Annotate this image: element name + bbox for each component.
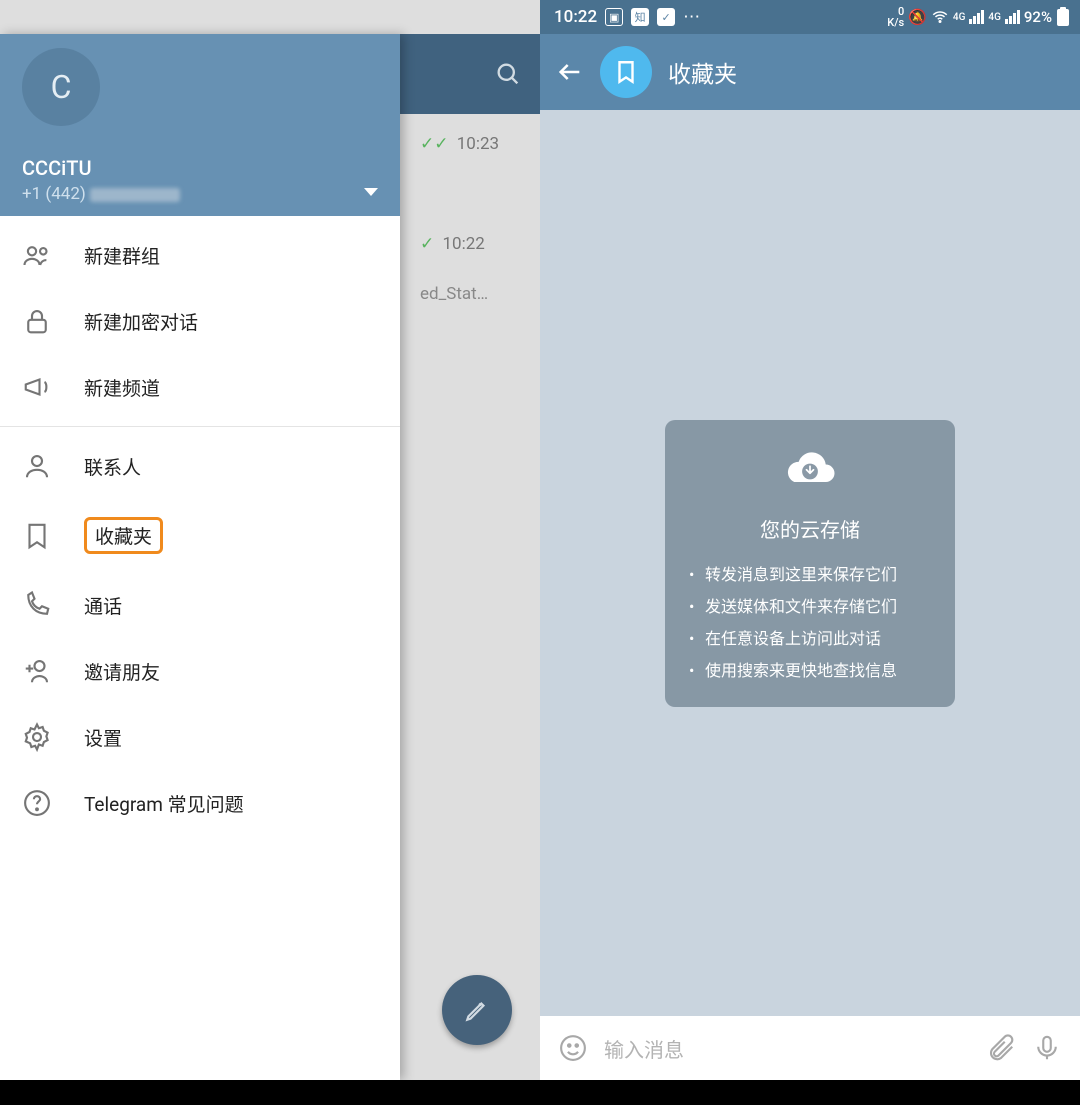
battery-percent: 92% <box>1024 8 1052 26</box>
menu-label: 邀请朋友 <box>84 658 160 685</box>
chat-preview-2[interactable]: ✓ 10:22 ed_Stat… <box>420 234 520 304</box>
cloud-bullet: 转发消息到这里来保存它们 <box>689 559 931 591</box>
drawer-header[interactable]: C CCCiTU +1 (442) <box>0 34 400 216</box>
attach-icon[interactable] <box>986 1033 1016 1063</box>
net-speed: 0K/s <box>887 6 904 28</box>
chat-snippet: ed_Stat… <box>420 284 520 304</box>
menu-new-channel[interactable]: 新建频道 <box>0 354 400 420</box>
menu-label: 新建频道 <box>84 374 160 401</box>
phone-left: ✓✓ 10:23 ✓ 10:22 ed_Stat… 10:58 知 ▣ ✓ ⋯ … <box>0 0 540 1105</box>
navigation-drawer: C CCCiTU +1 (442) 新建群组 新建加密对话 <box>0 34 400 1080</box>
lock-icon <box>22 306 52 336</box>
menu-label: Telegram 常见问题 <box>84 790 244 817</box>
status-icon: ✓ <box>657 8 675 26</box>
android-nav-bar <box>540 1080 1080 1105</box>
status-time: 10:22 <box>554 7 597 27</box>
chat-body: 您的云存储 转发消息到这里来保存它们 发送媒体和文件来存储它们 在任意设备上访问… <box>540 110 1080 1016</box>
mute-icon: 🔕 <box>908 8 927 26</box>
net-4g: 4G <box>988 12 1001 23</box>
avatar[interactable]: C <box>22 48 100 126</box>
cloud-bullet: 发送媒体和文件来存储它们 <box>689 591 931 623</box>
person-icon <box>22 451 52 481</box>
menu-label: 收藏夹 <box>95 525 152 548</box>
android-nav-bar <box>0 1080 540 1105</box>
message-input[interactable]: 输入消息 <box>604 1034 970 1063</box>
group-icon <box>22 240 52 270</box>
menu-label: 新建加密对话 <box>84 308 198 335</box>
menu-faq[interactable]: Telegram 常见问题 <box>0 770 400 836</box>
chat-preview-1[interactable]: ✓✓ 10:23 <box>420 134 520 154</box>
signal-icon <box>969 10 984 24</box>
chevron-down-icon[interactable] <box>364 188 378 196</box>
bookmark-icon <box>22 521 52 551</box>
menu-label: 新建群组 <box>84 242 160 269</box>
status-bar: 10:22 ▣ 知 ✓ ⋯ 0K/s 🔕 4G 4G 92% <box>540 0 1080 34</box>
emoji-icon[interactable] <box>558 1033 588 1063</box>
menu-label: 通话 <box>84 592 122 619</box>
wifi-icon <box>931 8 949 26</box>
back-button[interactable] <box>556 58 584 86</box>
battery-icon <box>1056 7 1070 27</box>
menu-settings[interactable]: 设置 <box>0 704 400 770</box>
menu-new-group[interactable]: 新建群组 <box>0 222 400 288</box>
compose-fab[interactable] <box>442 975 512 1045</box>
status-icon: ▣ <box>605 8 623 26</box>
cloud-download-icon <box>782 444 838 500</box>
menu-new-secret-chat[interactable]: 新建加密对话 <box>0 288 400 354</box>
cloud-bullet: 使用搜索来更快地查找信息 <box>689 655 931 687</box>
add-person-icon <box>22 656 52 686</box>
more-options-button[interactable] <box>1060 63 1070 82</box>
cloud-bullet-list: 转发消息到这里来保存它们 发送媒体和文件来存储它们 在任意设备上访问此对话 使用… <box>689 559 931 687</box>
phone-right: 10:22 ▣ 知 ✓ ⋯ 0K/s 🔕 4G 4G 92% <box>540 0 1080 1105</box>
read-ticks-icon: ✓ <box>420 234 434 254</box>
divider <box>0 426 400 427</box>
menu-calls[interactable]: 通话 <box>0 572 400 638</box>
read-ticks-icon: ✓✓ <box>420 134 449 154</box>
chat-appbar: 收藏夹 <box>540 34 1080 110</box>
status-icon: 知 <box>631 8 649 26</box>
net-4g: 4G <box>953 12 966 23</box>
menu-label: 联系人 <box>84 453 141 480</box>
help-icon <box>22 788 52 818</box>
menu-invite-friends[interactable]: 邀请朋友 <box>0 638 400 704</box>
redacted <box>90 188 180 202</box>
cloud-bullet: 在任意设备上访问此对话 <box>689 623 931 655</box>
status-more: ⋯ <box>683 7 700 27</box>
saved-messages-avatar[interactable] <box>600 46 652 98</box>
gear-icon <box>22 722 52 752</box>
menu-label: 设置 <box>84 724 122 751</box>
cloud-card-title: 您的云存储 <box>689 514 931 543</box>
message-input-bar: 输入消息 <box>540 1016 1080 1080</box>
highlight-box: 收藏夹 <box>84 517 163 554</box>
signal-icon <box>1005 10 1020 24</box>
search-icon[interactable] <box>494 60 522 88</box>
megaphone-icon <box>22 372 52 402</box>
drawer-phone: +1 (442) <box>22 184 382 204</box>
phone-icon <box>22 590 52 620</box>
drawer-username: CCCiTU <box>22 156 382 180</box>
menu-saved-messages[interactable]: 收藏夹 <box>0 499 400 572</box>
menu-contacts[interactable]: 联系人 <box>0 433 400 499</box>
cloud-storage-card: 您的云存储 转发消息到这里来保存它们 发送媒体和文件来存储它们 在任意设备上访问… <box>665 420 955 707</box>
chat-time: 10:22 <box>442 234 484 254</box>
mic-icon[interactable] <box>1032 1033 1062 1063</box>
chat-title: 收藏夹 <box>668 55 1044 89</box>
chat-time: 10:23 <box>457 134 499 154</box>
